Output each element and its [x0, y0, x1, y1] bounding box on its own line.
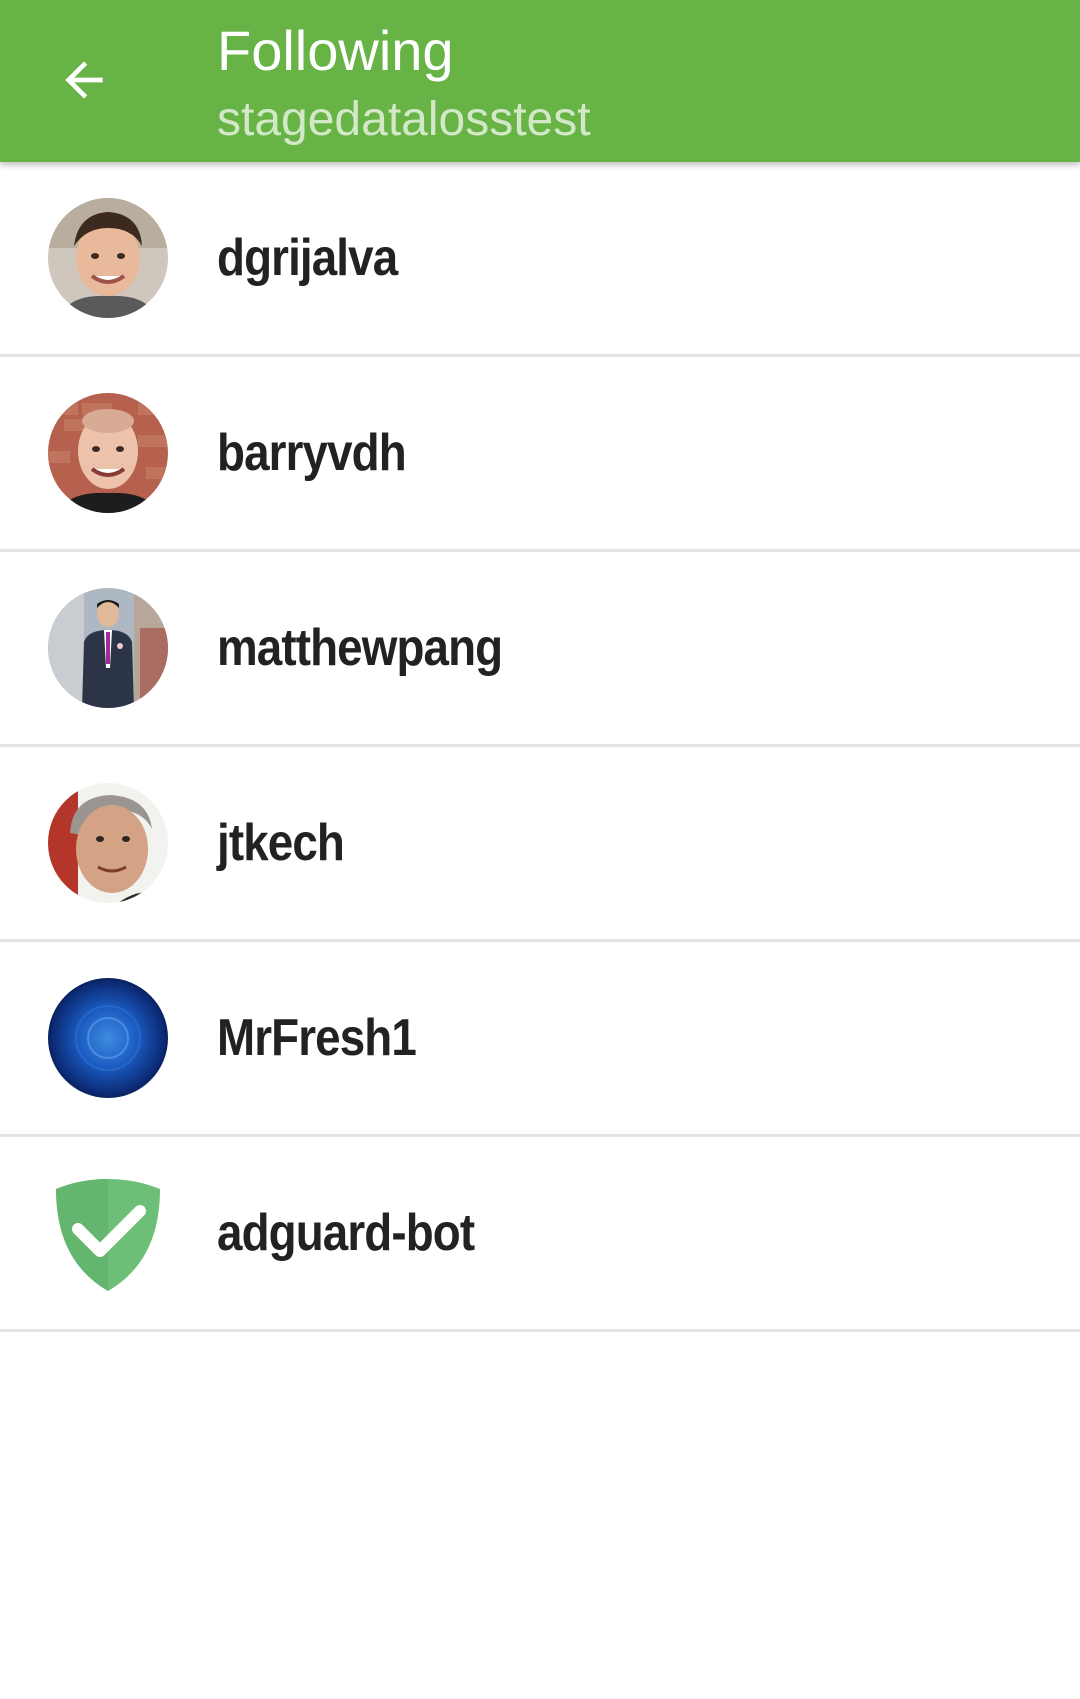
username: jtkech	[217, 814, 345, 872]
list-item[interactable]: adguard-bot	[0, 1137, 1080, 1332]
username: matthewpang	[217, 619, 503, 677]
username: barryvdh	[217, 424, 407, 482]
arrow-left-icon	[65, 61, 103, 99]
list-item[interactable]: dgrijalva	[0, 162, 1080, 357]
avatar	[48, 783, 168, 903]
green-shield-check-icon	[48, 1173, 168, 1293]
page-title: Following	[217, 19, 454, 82]
avatar	[48, 393, 168, 513]
username: adguard-bot	[217, 1204, 475, 1262]
avatar	[48, 978, 168, 1098]
back-button[interactable]	[44, 40, 124, 120]
username: dgrijalva	[217, 229, 398, 287]
avatar	[48, 198, 168, 318]
list-item[interactable]: barryvdh	[0, 357, 1080, 552]
following-list: dgrijalva barryvdh matthewpang jtkech Mr…	[0, 162, 1080, 1332]
list-item[interactable]: matthewpang	[0, 552, 1080, 747]
avatar	[48, 588, 168, 708]
list-item[interactable]: MrFresh1	[0, 942, 1080, 1137]
app-toolbar: Following stagedatalosstest	[0, 0, 1080, 162]
list-item[interactable]: jtkech	[0, 747, 1080, 942]
page-subtitle: stagedatalosstest	[217, 93, 591, 146]
username: MrFresh1	[217, 1009, 417, 1067]
